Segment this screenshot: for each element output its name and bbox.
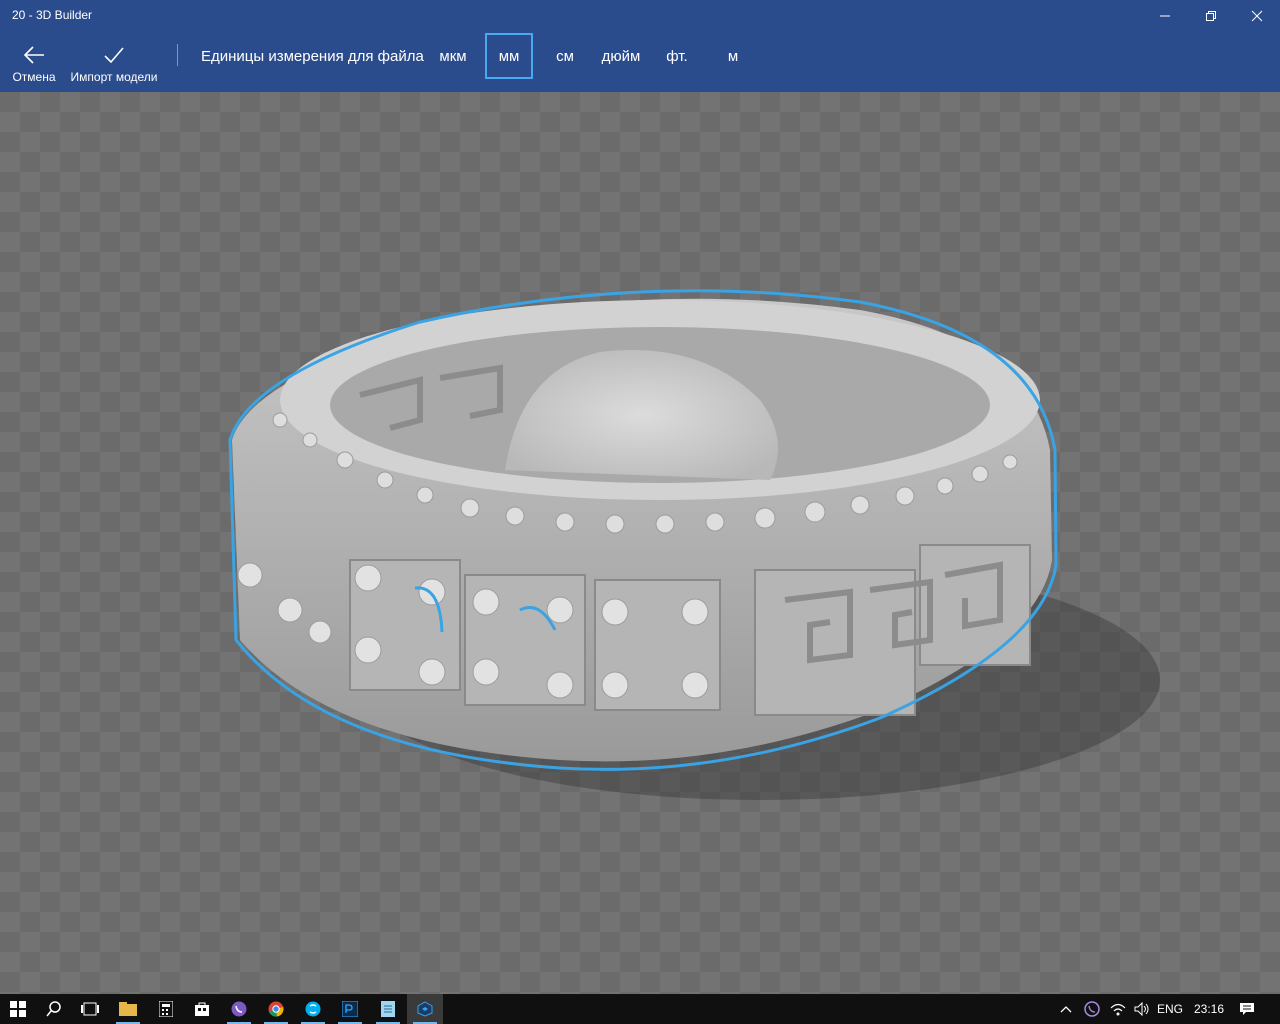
volume-tray-button[interactable]	[1128, 994, 1156, 1024]
unit-option-inch[interactable]: дюйм	[594, 33, 648, 79]
taskbar: ENG 23:16	[0, 994, 1280, 1024]
units-label: Единицы измерения для файла	[201, 48, 424, 65]
search-button[interactable]	[36, 994, 72, 1024]
calculator-icon	[159, 1001, 173, 1017]
unit-label: см	[556, 47, 574, 65]
speaker-icon	[1134, 1002, 1149, 1016]
window-title: 20 - 3D Builder	[12, 8, 93, 22]
chrome-taskbar-button[interactable]	[258, 994, 294, 1024]
unit-option-foot[interactable]: фт.	[657, 33, 697, 79]
notepad-icon	[381, 1001, 395, 1017]
viber-icon	[231, 1001, 247, 1017]
skype-icon	[305, 1001, 321, 1017]
checkmark-icon	[104, 47, 124, 64]
unit-label: м	[727, 47, 739, 65]
ring-model[interactable]	[0, 92, 1280, 994]
notepad-taskbar-button[interactable]	[370, 994, 406, 1024]
wifi-icon	[1110, 1003, 1126, 1016]
calculator-taskbar-button[interactable]	[148, 994, 184, 1024]
toolbar-divider	[177, 44, 178, 66]
unit-label: фт.	[666, 47, 688, 65]
minimize-icon	[1160, 15, 1170, 17]
cancel-button[interactable]: Отмена	[8, 32, 60, 92]
photoshop-taskbar-button[interactable]	[332, 994, 368, 1024]
unit-option-centimeter[interactable]: см	[545, 33, 585, 79]
import-model-label: Импорт модели	[70, 70, 158, 84]
windows-logo-icon	[10, 1001, 26, 1017]
unit-option-meter[interactable]: м	[713, 33, 753, 79]
store-icon	[195, 1002, 209, 1016]
3d-builder-taskbar-button[interactable]	[407, 994, 443, 1024]
folder-icon	[119, 1002, 137, 1016]
start-button[interactable]	[0, 994, 36, 1024]
restore-icon	[1206, 11, 1216, 21]
unit-label: дюйм	[601, 47, 641, 65]
close-icon	[1251, 10, 1263, 22]
system-clock[interactable]: 23:16	[1194, 1002, 1224, 1016]
3d-viewport[interactable]	[0, 92, 1280, 994]
unit-option-millimeter[interactable]: мм	[485, 33, 533, 79]
unit-option-micrometer[interactable]: мкм	[433, 33, 473, 79]
input-language-indicator[interactable]: ENG	[1157, 1002, 1183, 1016]
cancel-label: Отмена	[12, 70, 56, 84]
unit-label: мкм	[439, 47, 467, 65]
app-window: 20 - 3D Builder Отмена Импорт модели Еди…	[0, 0, 1280, 994]
task-view-icon	[81, 1002, 99, 1016]
title-bar: 20 - 3D Builder	[0, 0, 1280, 32]
notification-icon	[1240, 1003, 1254, 1015]
import-model-button[interactable]: Импорт модели	[68, 32, 160, 92]
unit-label: мм	[498, 47, 520, 65]
3d-builder-icon	[417, 1001, 433, 1017]
skype-taskbar-button[interactable]	[295, 994, 331, 1024]
chevron-up-icon	[1060, 1006, 1072, 1013]
import-toolbar: Отмена Импорт модели Единицы измерения д…	[0, 32, 1280, 92]
back-arrow-icon	[23, 46, 44, 64]
task-view-button[interactable]	[72, 994, 108, 1024]
chrome-icon	[268, 1001, 284, 1017]
minimize-button[interactable]	[1142, 0, 1188, 32]
close-button[interactable]	[1234, 0, 1280, 32]
action-center-button[interactable]	[1230, 994, 1264, 1024]
file-explorer-taskbar-button[interactable]	[110, 994, 146, 1024]
restore-button[interactable]	[1188, 0, 1234, 32]
viber-taskbar-button[interactable]	[221, 994, 257, 1024]
search-icon	[46, 1001, 61, 1017]
viber-tray-button[interactable]	[1078, 994, 1106, 1024]
store-taskbar-button[interactable]	[184, 994, 220, 1024]
viber-tray-icon	[1084, 1001, 1100, 1017]
photoshop-icon	[342, 1001, 358, 1017]
